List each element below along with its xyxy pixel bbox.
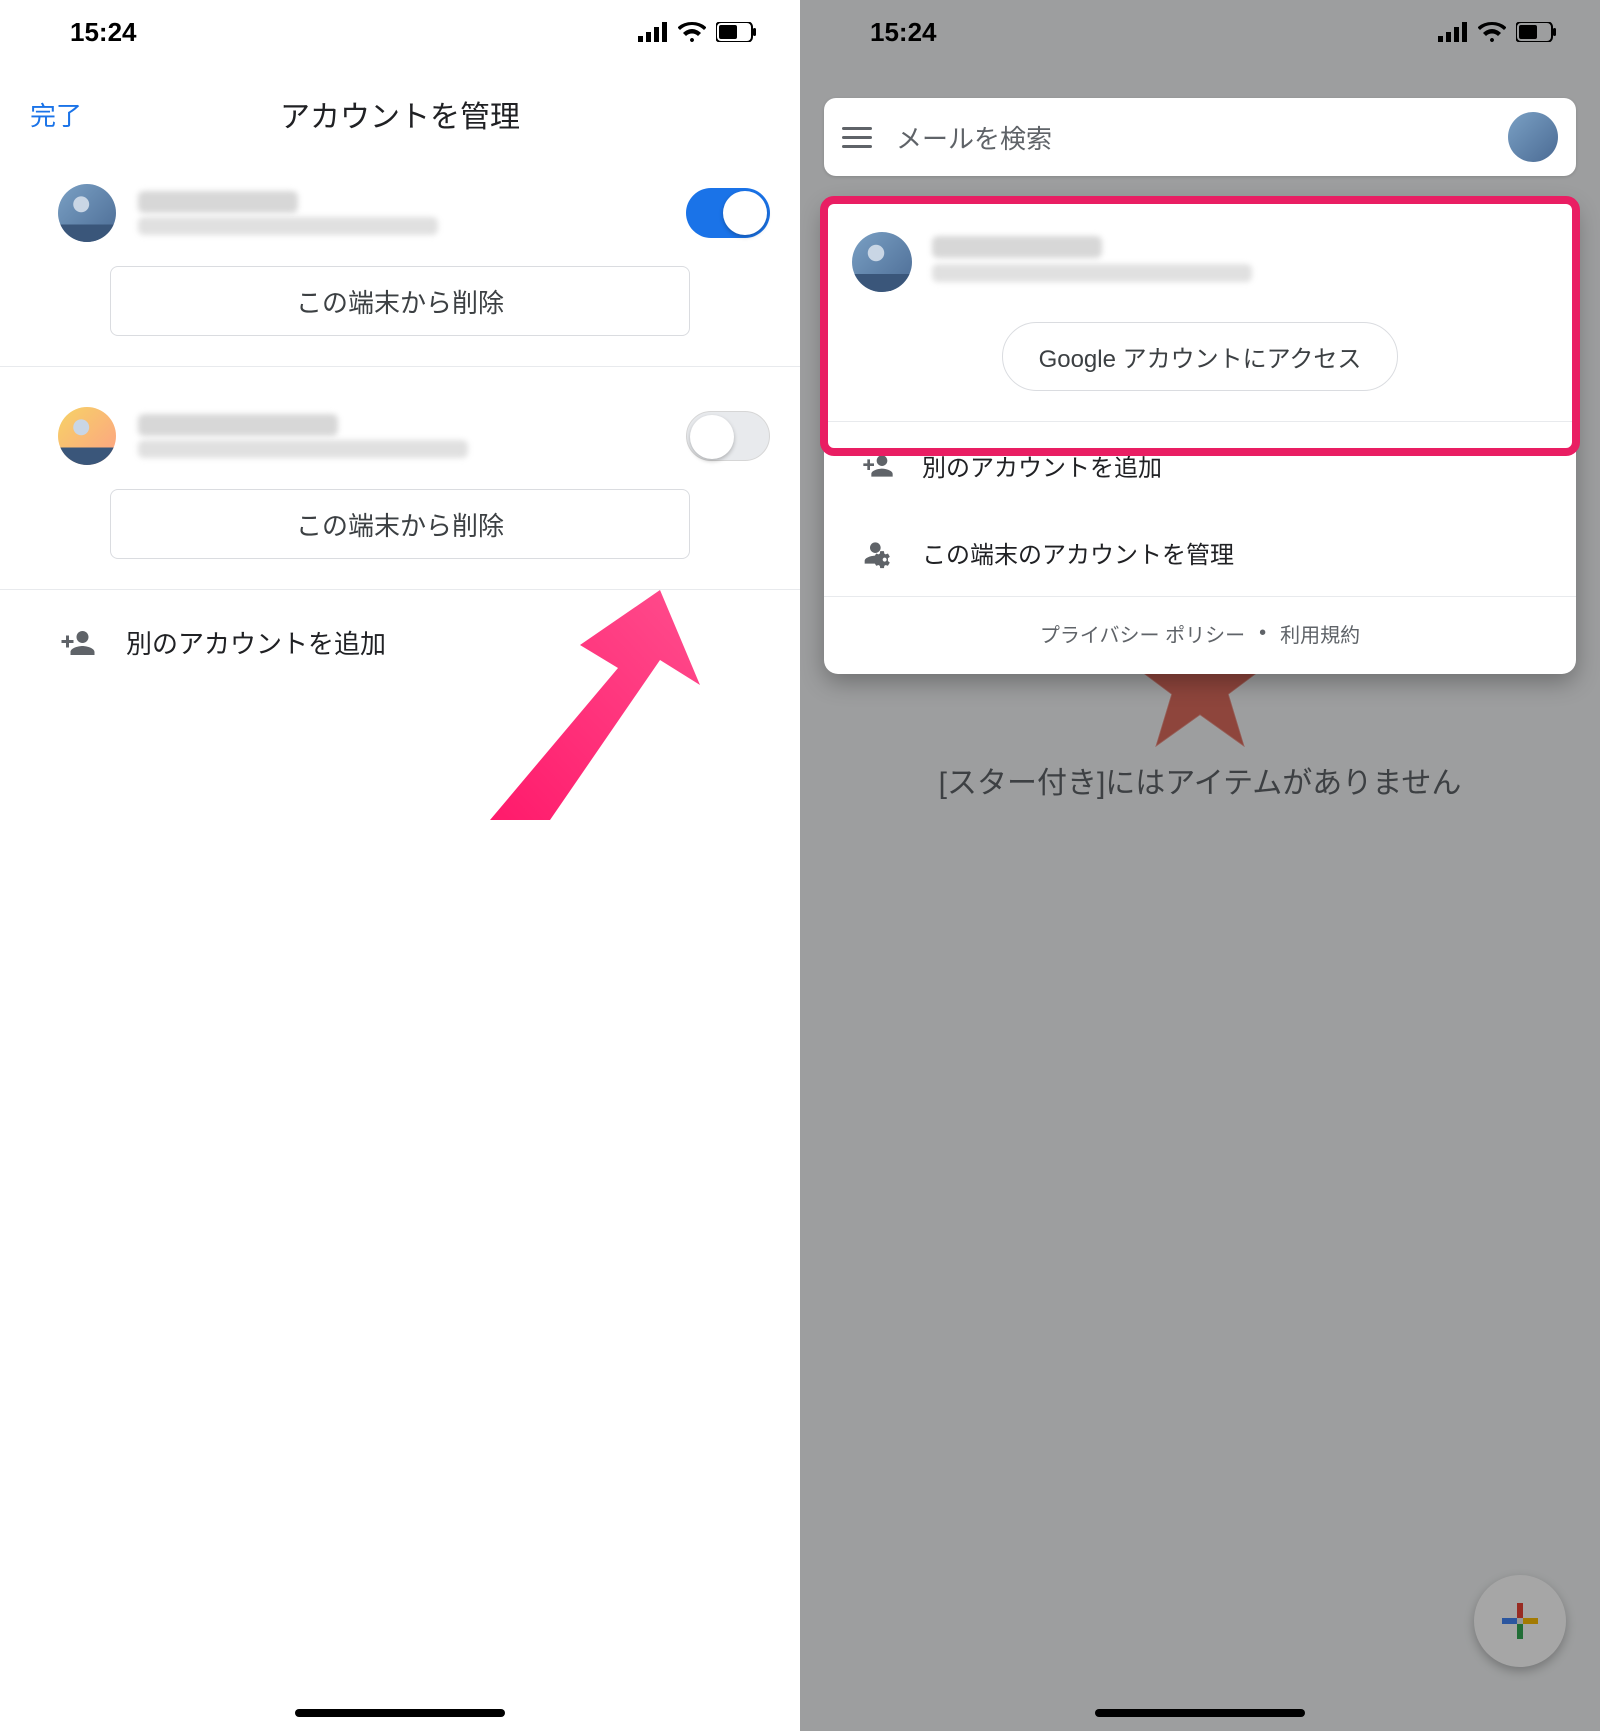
account-row [0, 172, 800, 266]
privacy-link[interactable]: プライバシー ポリシー [1040, 619, 1245, 648]
popover-manage-accounts[interactable]: この端末のアカウントを管理 [824, 509, 1576, 596]
terms-link[interactable]: 利用規約 [1280, 619, 1360, 648]
wifi-icon [1478, 22, 1506, 42]
add-account-row[interactable]: 別のアカウントを追加 [0, 600, 800, 685]
popover-add-account[interactable]: 別のアカウントを追加 [824, 422, 1576, 509]
status-time: 15:24 [870, 17, 937, 48]
menu-icon[interactable] [842, 127, 872, 148]
home-indicator [1095, 1709, 1305, 1717]
person-add-icon [60, 625, 96, 661]
popover-current-account[interactable] [824, 200, 1576, 304]
add-account-label: 別のアカウントを追加 [922, 448, 1162, 483]
avatar [58, 407, 116, 465]
avatar [58, 184, 116, 242]
person-add-icon [862, 450, 894, 482]
status-time: 15:24 [70, 17, 137, 48]
separator-dot: • [1259, 622, 1266, 645]
battery-icon [716, 22, 756, 42]
manage-header: 完了 アカウントを管理 [0, 64, 800, 172]
account-row [0, 395, 800, 489]
person-gear-icon [862, 537, 894, 569]
account-block-1: この端末から削除 [0, 172, 800, 367]
account-text-redacted [138, 191, 438, 235]
status-bar: 15:24 [0, 0, 800, 64]
wifi-icon [678, 22, 706, 42]
search-bar[interactable]: メールを検索 [824, 98, 1576, 176]
remove-from-device-button[interactable]: この端末から削除 [110, 489, 690, 559]
account-avatar-button[interactable] [1508, 112, 1558, 162]
status-bar: 15:24 [800, 0, 1600, 64]
popover-footer: プライバシー ポリシー • 利用規約 [824, 596, 1576, 674]
page-title: アカウントを管理 [30, 92, 770, 136]
account-block-2: この端末から削除 [0, 377, 800, 590]
account-text-redacted [138, 414, 468, 458]
cellular-icon [638, 22, 668, 42]
add-account-label: 別のアカウントを追加 [126, 624, 386, 661]
manage-accounts-label: この端末のアカウントを管理 [922, 535, 1234, 570]
google-account-access-button[interactable]: Google アカウントにアクセス [1002, 322, 1399, 391]
google-word: Google [1039, 346, 1116, 373]
cellular-icon [1438, 22, 1468, 42]
battery-icon [1516, 22, 1556, 42]
google-access-rest: アカウントにアクセス [1116, 346, 1361, 373]
status-icons [638, 22, 756, 42]
account-popover: Google アカウントにアクセス 別のアカウントを追加 この端末のアカウントを… [824, 200, 1576, 674]
status-icons [1438, 22, 1556, 42]
home-indicator [295, 1709, 505, 1717]
remove-from-device-button[interactable]: この端末から削除 [110, 266, 690, 336]
avatar [852, 232, 912, 292]
search-placeholder: メールを検索 [896, 119, 1052, 156]
account-toggle-on[interactable] [686, 188, 770, 238]
account-toggle-off[interactable] [686, 411, 770, 461]
account-text-redacted [932, 232, 1252, 282]
